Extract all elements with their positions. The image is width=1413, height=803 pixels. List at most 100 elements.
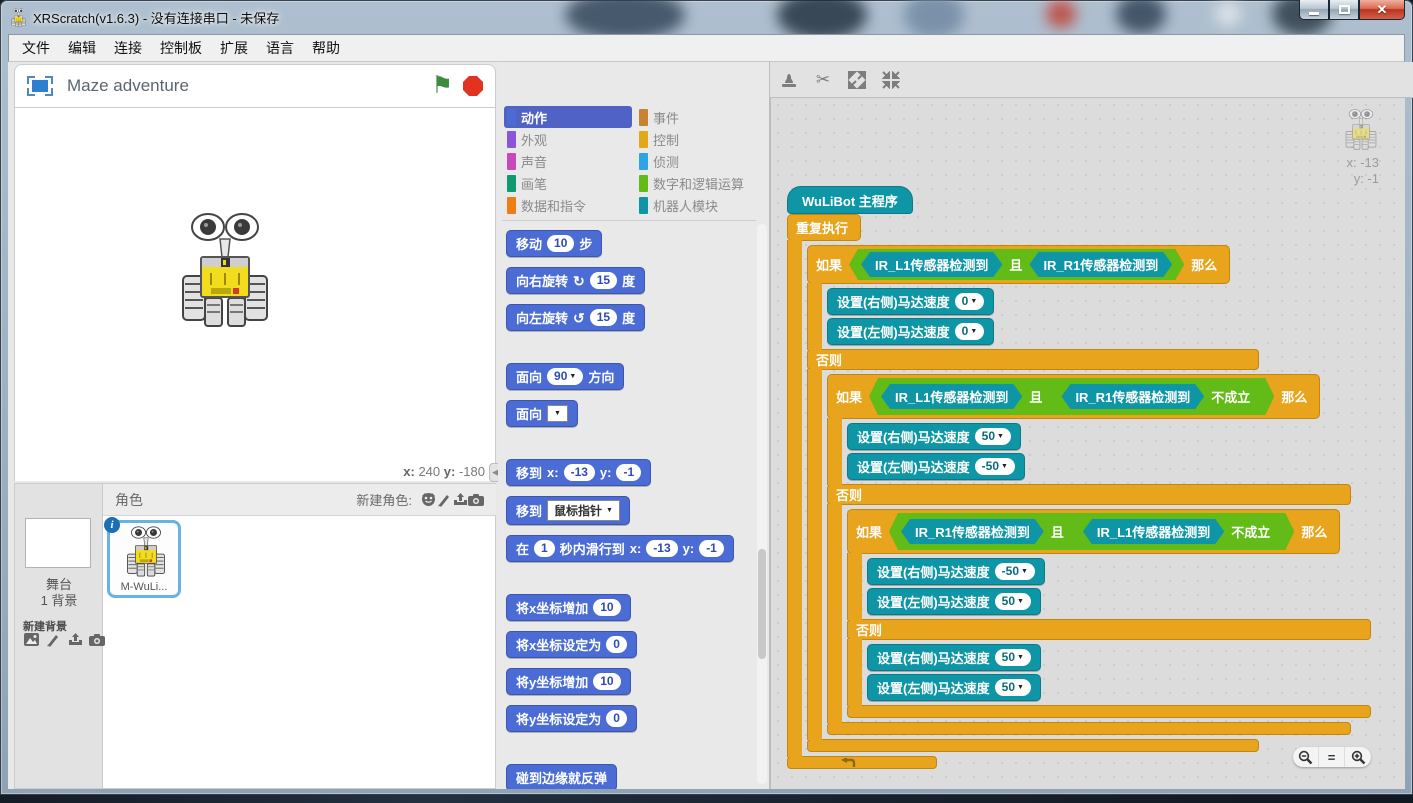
- palette-scrollbar-thumb[interactable]: [758, 549, 766, 659]
- sensor-ir-l1[interactable]: IR_L1传感器检测到: [861, 252, 1002, 277]
- zoom-controls: =: [1293, 747, 1371, 767]
- block-goto-xy[interactable]: 移到x:-13y:-1: [506, 459, 651, 486]
- scissors-icon[interactable]: ✂: [812, 70, 834, 90]
- if-else-block-1: 如果 IR_L1传感器检测到 且 IR_R1传感器检测到 那么: [807, 245, 1371, 752]
- set-left-motor-block[interactable]: 设置(左侧)马达速度0▼: [827, 318, 994, 345]
- and-operator[interactable]: IR_L1传感器检测到 且 IR_R1传感器检测到: [849, 249, 1184, 280]
- block-glide[interactable]: 在1秒内滑行到x:-13y:-1: [506, 535, 734, 562]
- palette-scrollbar[interactable]: [757, 224, 767, 784]
- if3-header[interactable]: 如果 IR_R1传感器检测到 且 IR_L1传感器检测到: [847, 509, 1340, 554]
- script-canvas[interactable]: x: -13 y: -1 WuLiBot 主程序 重复执行: [770, 98, 1405, 789]
- block-point-direction[interactable]: 面向90▼方向: [506, 363, 624, 390]
- paint-sprite-icon[interactable]: [436, 492, 452, 507]
- zoom-in-icon[interactable]: [1345, 747, 1371, 767]
- block-turn-left[interactable]: 向左旋转↺15度: [506, 304, 645, 331]
- not-operator[interactable]: IR_L1传感器检测到 不成立: [1071, 516, 1282, 547]
- block-set-y[interactable]: 将y坐标设定为0: [506, 705, 637, 732]
- zoom-out-icon[interactable]: [1293, 747, 1319, 767]
- category-events[interactable]: 事件: [636, 106, 764, 128]
- block-turn-right[interactable]: 向右旋转↻15度: [506, 267, 645, 294]
- sprite-library-icon[interactable]: [420, 492, 436, 507]
- green-flag-icon[interactable]: ⚑: [431, 74, 453, 98]
- maximize-button[interactable]: [1329, 0, 1359, 20]
- forever-header[interactable]: 重复执行: [787, 214, 861, 241]
- category-operators[interactable]: 数字和逻辑运算: [636, 172, 764, 194]
- app-logo-icon: [10, 8, 27, 27]
- sensor-ir-r1[interactable]: IR_R1传感器检测到: [1061, 384, 1204, 409]
- zoom-reset-icon[interactable]: =: [1319, 747, 1345, 767]
- menu-file[interactable]: 文件: [13, 34, 59, 62]
- set-right-motor-block[interactable]: 设置(右侧)马达速度50▼: [847, 423, 1021, 450]
- if3-end-bar[interactable]: [847, 705, 1371, 718]
- sensor-ir-l1[interactable]: IR_L1传感器检测到: [1083, 519, 1224, 544]
- sprite-thumb-image: [124, 525, 168, 577]
- sensor-ir-l1[interactable]: IR_L1传感器检测到: [881, 384, 1022, 409]
- grow-icon[interactable]: [846, 70, 868, 90]
- set-right-motor-block[interactable]: 设置(右侧)马达速度-50▼: [867, 558, 1045, 585]
- loop-arrow-icon: [840, 758, 856, 768]
- camera-backdrop-icon[interactable]: [89, 632, 105, 647]
- menu-extensions[interactable]: 扩展: [211, 34, 257, 62]
- turn-ccw-icon: ↺: [573, 311, 585, 325]
- category-looks[interactable]: 外观: [504, 128, 632, 150]
- category-motion[interactable]: 动作: [504, 106, 632, 128]
- block-move-steps[interactable]: 移动10步: [506, 230, 602, 257]
- block-change-x[interactable]: 将x坐标增加10: [506, 594, 631, 621]
- sprite-info-corner: x: -13 y: -1: [1343, 108, 1379, 187]
- camera-sprite-icon[interactable]: [468, 492, 484, 507]
- and-operator[interactable]: IR_R1传感器检测到 且 IR_L1传感器检测到 不成立: [889, 513, 1294, 550]
- if3-else-bar[interactable]: 否则: [847, 619, 1371, 640]
- minimize-button[interactable]: [1299, 0, 1329, 20]
- hat-block-wulibot-main[interactable]: WuLiBot 主程序: [787, 186, 913, 214]
- set-right-motor-block[interactable]: 设置(右侧)马达速度0▼: [827, 288, 994, 315]
- block-point-towards[interactable]: 面向▼: [506, 400, 578, 427]
- category-control[interactable]: 控制: [636, 128, 764, 150]
- menu-connect[interactable]: 连接: [105, 34, 151, 62]
- upload-sprite-icon[interactable]: [452, 492, 468, 507]
- sensor-ir-r1[interactable]: IR_R1传感器检测到: [901, 519, 1044, 544]
- category-pen[interactable]: 画笔: [504, 172, 632, 194]
- fullscreen-icon[interactable]: [27, 76, 53, 96]
- menu-board[interactable]: 控制板: [151, 34, 211, 62]
- menu-edit[interactable]: 编辑: [59, 34, 105, 62]
- if2-end-bar[interactable]: [827, 722, 1351, 735]
- scripts-toolbar: ✂: [778, 70, 902, 90]
- upload-backdrop-icon[interactable]: [67, 632, 83, 647]
- stage-canvas[interactable]: x: 240 y: -180: [14, 108, 496, 481]
- sprite-thumbnail-wulibot[interactable]: i M-WuLi...: [107, 520, 181, 598]
- stop-icon[interactable]: [463, 76, 483, 96]
- block-set-x[interactable]: 将x坐标设定为0: [506, 631, 637, 658]
- set-right-motor-block[interactable]: 设置(右侧)马达速度50▼: [867, 644, 1041, 671]
- menu-help[interactable]: 帮助: [303, 34, 349, 62]
- shrink-icon[interactable]: [880, 70, 902, 90]
- and-operator[interactable]: IR_L1传感器检测到 且 IR_R1传感器检测到 不成立: [869, 378, 1274, 415]
- sprite-info-icon[interactable]: i: [104, 517, 120, 533]
- set-left-motor-block[interactable]: 设置(左侧)马达速度-50▼: [847, 453, 1025, 480]
- block-change-y[interactable]: 将y坐标增加10: [506, 668, 631, 695]
- sprite-name: M-WuLi...: [110, 581, 178, 593]
- block-bounce-on-edge[interactable]: 碰到边缘就反弹: [506, 764, 617, 789]
- category-robot[interactable]: 机器人模块: [636, 194, 764, 216]
- if1-else-bar[interactable]: 否则: [807, 349, 1259, 370]
- robot-sprite[interactable]: [175, 210, 275, 328]
- if2-header[interactable]: 如果 IR_L1传感器检测到 且 IR_R1传感器检测到: [827, 374, 1320, 419]
- category-sensing[interactable]: 侦测: [636, 150, 764, 172]
- menu-language[interactable]: 语言: [257, 34, 303, 62]
- stage-thumbnail[interactable]: [25, 518, 91, 568]
- set-left-motor-block[interactable]: 设置(左侧)马达速度50▼: [867, 588, 1041, 615]
- if1-end-bar[interactable]: [807, 739, 1259, 752]
- main-content: Maze adventure ⚑ x: 240 y: -180 ◀ 舞台 1 背…: [8, 62, 1405, 789]
- stamp-icon[interactable]: [778, 70, 800, 90]
- if1-header[interactable]: 如果 IR_L1传感器检测到 且 IR_R1传感器检测到 那么: [807, 245, 1230, 284]
- category-sound[interactable]: 声音: [504, 150, 632, 172]
- forever-end-bar[interactable]: [787, 756, 937, 769]
- backdrop-library-icon[interactable]: [23, 632, 39, 647]
- category-data[interactable]: 数据和指令: [504, 194, 632, 216]
- not-operator[interactable]: IR_R1传感器检测到 不成立: [1049, 381, 1262, 412]
- block-goto-mouse[interactable]: 移到鼠标指针▼: [506, 496, 630, 525]
- sensor-ir-r1[interactable]: IR_R1传感器检测到: [1029, 252, 1172, 277]
- set-left-motor-block[interactable]: 设置(左侧)马达速度50▼: [867, 674, 1041, 701]
- if2-else-bar[interactable]: 否则: [827, 484, 1351, 505]
- paint-backdrop-icon[interactable]: [45, 632, 61, 647]
- close-button[interactable]: ✕: [1359, 0, 1405, 20]
